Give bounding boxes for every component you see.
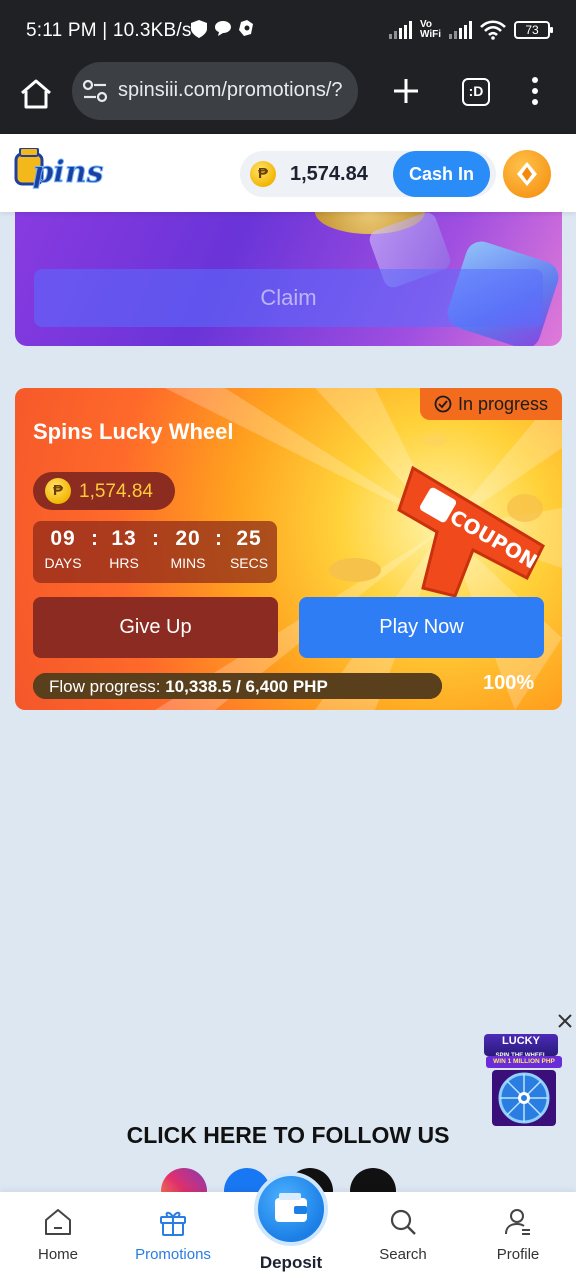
lucky-spin-widget[interactable]: LUCKY SPIN THE WHEEL WIN 1 MILLION PHP [474, 1034, 562, 1126]
cash-in-button[interactable]: Cash In [393, 151, 490, 197]
countdown-days: 09 DAYS [44, 527, 82, 571]
notification-icons [190, 20, 256, 38]
countdown-separator: : [152, 527, 159, 550]
site-settings-icon[interactable] [82, 79, 108, 103]
browser-toolbar: spinsiii.com/promotions/? :D [0, 62, 576, 134]
signal-icon [388, 21, 412, 39]
home-icon [45, 1209, 71, 1235]
nav-home[interactable]: Home [8, 1192, 108, 1280]
wifi-icon [480, 20, 506, 40]
app-notification-icon [238, 20, 256, 38]
countdown-hours: 13 HRS [109, 527, 139, 571]
new-tab-icon[interactable] [390, 75, 422, 107]
countdown-separator: : [215, 527, 222, 550]
address-bar[interactable]: spinsiii.com/promotions/? [72, 62, 358, 120]
flow-percent: 100% [483, 672, 535, 694]
app-header: pins ₱ 1,574.84 Cash In [0, 134, 576, 212]
wallet-icon [275, 1193, 307, 1222]
status-label: In progress [457, 393, 548, 414]
lucky-widget-banner: WIN 1 MILLION PHP [486, 1056, 562, 1068]
coupon-gun-illustration: COUPON [329, 434, 545, 598]
wheel-balance: ₱ 1,574.84 [33, 472, 175, 510]
peso-coin-icon: ₱ [45, 478, 71, 504]
diamond-icon [517, 162, 537, 186]
shield-icon [190, 20, 208, 38]
nav-profile[interactable]: Profile [468, 1192, 568, 1280]
url-text[interactable]: spinsiii.com/promotions/? [118, 79, 354, 102]
lucky-wheel-card: COUPON In progress Spins Lucky Wheel ₱ 1… [15, 388, 562, 710]
home-icon[interactable] [18, 76, 54, 112]
lucky-widget-title: LUCKY SPIN THE WHEEL [484, 1034, 558, 1059]
check-circle-icon [434, 395, 452, 413]
close-icon[interactable] [556, 1012, 574, 1030]
rewards-button[interactable] [503, 150, 551, 198]
deposit-button[interactable] [254, 1172, 328, 1246]
nav-home-label: Home [37, 1246, 78, 1263]
svg-text:pins: pins [32, 155, 103, 190]
nav-promotions-label: Promotions [135, 1246, 211, 1263]
balance-amount: 1,574.84 [290, 163, 368, 185]
signal-icon [449, 21, 472, 39]
spins-logo[interactable]: pins [14, 147, 122, 194]
give-up-button[interactable]: Give Up [33, 597, 278, 658]
countdown-seconds: 25 SECS [229, 527, 269, 571]
wheel-balance-amount: 1,574.84 [79, 481, 153, 502]
play-now-button[interactable]: Play Now [299, 597, 544, 658]
search-icon [390, 1209, 416, 1235]
flow-value: 10,338.5 / 6,400 [165, 677, 289, 696]
flow-label: Flow progress: [49, 677, 161, 696]
promo-title: Spins Lucky Wheel [33, 419, 234, 444]
flow-progress-bar: Flow progress: 10,338.5 / 6,400 PHP [33, 673, 442, 699]
nav-promotions[interactable]: Promotions [123, 1192, 223, 1280]
countdown-separator: : [91, 527, 98, 550]
tab-switcher-button[interactable]: :D [462, 78, 490, 106]
flow-unit: PHP [292, 677, 328, 696]
follow-us-heading[interactable]: CLICK HERE TO FOLLOW US [0, 1122, 576, 1149]
status-badge: In progress [419, 388, 562, 420]
nav-profile-label: Profile [496, 1246, 540, 1263]
nav-search-label: Search [379, 1246, 427, 1263]
countdown-minutes: 20 MINS [170, 527, 206, 571]
profile-icon [505, 1209, 530, 1235]
system-indicators: Vo WiFi 73 [388, 19, 553, 40]
countdown-timer: 09 DAYS : 13 HRS : 20 MINS : 25 SECS [33, 521, 277, 583]
status-bar: 5:11 PM | 10.3KB/s Vo WiFi 73 [0, 0, 576, 62]
peso-coin-icon: ₱ [250, 161, 276, 187]
nav-search[interactable]: Search [353, 1192, 453, 1280]
wheel-icon [492, 1070, 556, 1126]
chat-icon [214, 20, 232, 38]
claim-button[interactable]: Claim [34, 269, 543, 327]
gift-icon [160, 1211, 186, 1236]
nav-deposit-label[interactable]: Deposit [240, 1253, 342, 1273]
battery-icon: 73 [514, 21, 553, 39]
more-menu-icon[interactable] [528, 76, 542, 106]
status-time: 5:11 PM | 10.3KB/s [26, 20, 192, 41]
flow-progress-text: Flow progress: 10,338.5 / 6,400 PHP [49, 677, 328, 697]
vowifi-indicator: Vo WiFi [419, 19, 441, 40]
